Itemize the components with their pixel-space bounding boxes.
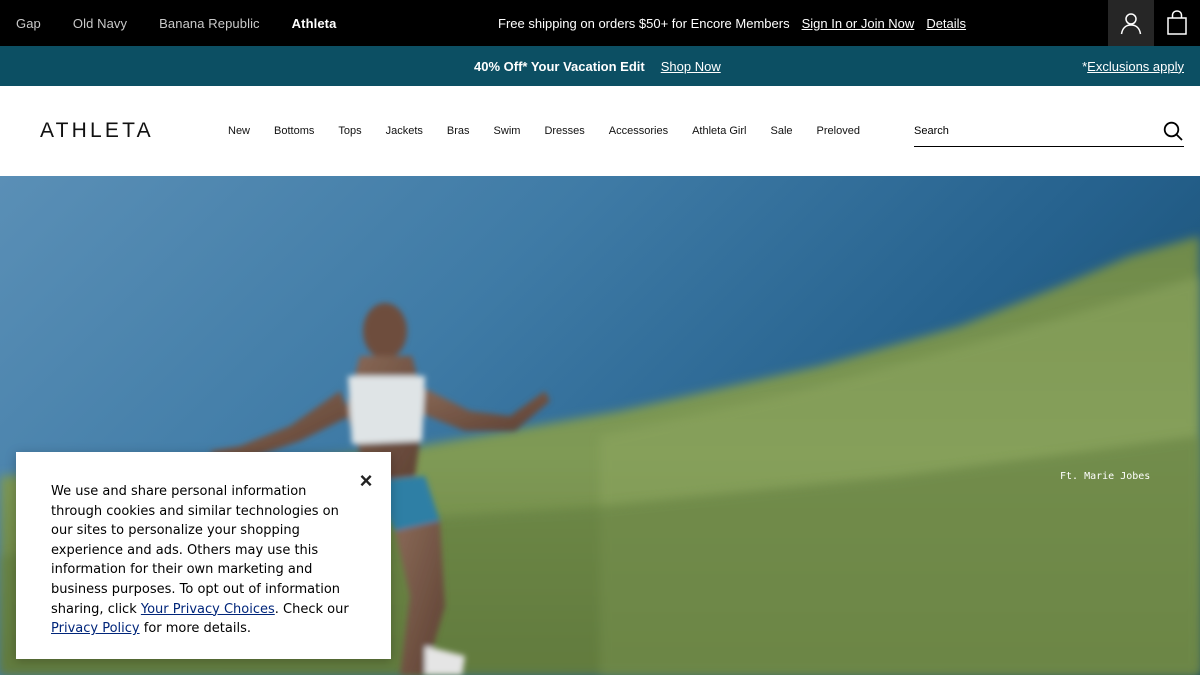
search-input[interactable] [914, 119, 1154, 143]
nav-item-sale[interactable]: Sale [771, 125, 793, 137]
nav-item-new[interactable]: New [228, 125, 250, 137]
cookie-text-middle: . Check our [274, 601, 349, 617]
brand-list: Gap Old Navy Banana Republic Athleta [16, 0, 368, 46]
nav-item-bras[interactable]: Bras [447, 125, 470, 137]
nav-item-dresses[interactable]: Dresses [544, 125, 584, 137]
cookie-consent-banner: × We use and share personal information … [16, 452, 391, 659]
nav-item-athleta-girl[interactable]: Athleta Girl [692, 125, 746, 137]
nav-item-swim[interactable]: Swim [494, 125, 521, 137]
privacy-choices-link[interactable]: Your Privacy Choices [141, 602, 275, 617]
cookie-message: We use and share personal information th… [51, 482, 361, 639]
photo-credit: Ft. Marie Jobes [1060, 471, 1151, 482]
shopping-bag-button[interactable] [1154, 0, 1200, 46]
brand-link-old-navy[interactable]: Old Navy [73, 16, 127, 31]
nav-item-tops[interactable]: Tops [338, 125, 361, 137]
search-bar [914, 119, 1184, 147]
shipping-text: Free shipping on orders $50+ for Encore … [498, 15, 790, 31]
promo-offer: 40% Off* Your Vacation Edit [474, 58, 645, 74]
nav-item-jackets[interactable]: Jackets [386, 125, 423, 137]
person-icon [1120, 13, 1142, 35]
shop-now-link[interactable]: Shop Now [661, 59, 721, 74]
search-button[interactable] [1162, 119, 1184, 143]
nav-item-accessories[interactable]: Accessories [609, 125, 668, 137]
promo-message: 40% Off* Your Vacation Edit Shop Now [474, 46, 721, 86]
magnifier-icon [1163, 121, 1183, 141]
cookie-text-before: We use and share personal information th… [51, 484, 341, 617]
brand-link-banana-republic[interactable]: Banana Republic [159, 16, 260, 31]
promo-banner: 40% Off* Your Vacation Edit Shop Now * Ex… [0, 46, 1200, 86]
account-button[interactable] [1108, 0, 1154, 46]
exclusions-link[interactable]: Exclusions apply [1087, 59, 1184, 74]
athleta-logo[interactable]: ATHLETA [40, 119, 154, 143]
brand-link-gap[interactable]: Gap [16, 16, 41, 31]
shipping-message: Free shipping on orders $50+ for Encore … [498, 0, 966, 46]
privacy-policy-link[interactable]: Privacy Policy [51, 621, 140, 636]
brand-bar: Gap Old Navy Banana Republic Athleta Fre… [0, 0, 1200, 46]
nav-item-preloved[interactable]: Preloved [817, 125, 860, 137]
details-link[interactable]: Details [926, 16, 966, 31]
exclusions: * Exclusions apply [1082, 46, 1184, 86]
nav-item-bottoms[interactable]: Bottoms [274, 125, 314, 137]
shopping-bag-icon [1167, 10, 1187, 35]
brand-link-athleta[interactable]: Athleta [292, 16, 337, 31]
sign-in-link[interactable]: Sign In or Join Now [802, 16, 915, 31]
main-nav: New Bottoms Tops Jackets Bras Swim Dress… [228, 86, 884, 176]
site-header: ATHLETA New Bottoms Tops Jackets Bras Sw… [0, 86, 1200, 176]
cookie-text-after: for more details. [139, 621, 251, 637]
